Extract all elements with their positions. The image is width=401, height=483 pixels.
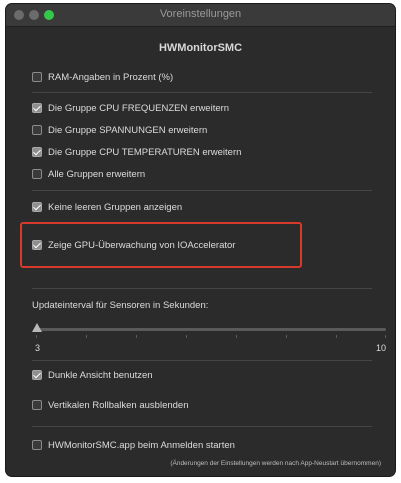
slider-tick [236, 335, 237, 338]
update-interval-slider-knob[interactable] [32, 323, 42, 332]
separator [32, 360, 372, 361]
update-interval-slider-track[interactable] [36, 328, 386, 331]
slider-tick [186, 335, 187, 338]
login-start-option[interactable]: HWMonitorSMC.app beim Anmelden starten [32, 438, 235, 452]
dark-mode-checkbox[interactable] [32, 370, 42, 380]
all-groups-option[interactable]: Alle Gruppen erweitern [32, 167, 145, 181]
app-title: HWMonitorSMC [158, 42, 243, 54]
dark-mode-label: Dunkle Ansicht benutzen [48, 369, 153, 381]
voltages-option[interactable]: Die Gruppe SPANNUNGEN erweitern [32, 123, 207, 137]
ram-percent-checkbox[interactable] [32, 72, 42, 82]
vertical-scrollbar-option[interactable]: Vertikalen Rollbalken ausblenden [32, 398, 189, 412]
slider-tick [136, 335, 137, 338]
cpu-freq-label: Die Gruppe CPU FREQUENZEN erweitern [48, 102, 230, 114]
slider-tick [336, 335, 337, 338]
no-empty-groups-option[interactable]: Keine leeren Gruppen anzeigen [32, 200, 182, 214]
window-title: Voreinstellungen [159, 8, 242, 20]
slider-tick [286, 335, 287, 338]
vertical-scrollbar-label: Vertikalen Rollbalken ausblenden [48, 399, 189, 411]
login-start-label: HWMonitorSMC.app beim Anmelden starten [48, 439, 235, 451]
cpu-temp-label: Die Gruppe CPU TEMPERATUREN erweitern [48, 146, 242, 158]
gpu-ioaccelerator-checkbox[interactable] [32, 240, 42, 250]
slider-min-label: 3 [35, 343, 41, 353]
separator [32, 288, 372, 289]
ram-percent-label: RAM-Angaben in Prozent (%) [48, 71, 174, 83]
dark-mode-option[interactable]: Dunkle Ansicht benutzen [32, 368, 153, 382]
cpu-freq-option[interactable]: Die Gruppe CPU FREQUENZEN erweitern [32, 101, 229, 115]
separator [32, 190, 372, 191]
separator [32, 92, 372, 93]
all-groups-checkbox[interactable] [32, 169, 42, 179]
cpu-freq-checkbox[interactable] [32, 103, 42, 113]
vertical-scrollbar-checkbox[interactable] [32, 400, 42, 410]
gpu-ioaccelerator-option[interactable]: Zeige GPU-Überwachung von IOAccelerator [32, 238, 235, 252]
title-bar[interactable]: Voreinstellungen [6, 4, 395, 27]
separator [32, 426, 372, 427]
cpu-temp-option[interactable]: Die Gruppe CPU TEMPERATUREN erweitern [32, 145, 241, 159]
slider-tick [86, 335, 87, 338]
voltages-checkbox[interactable] [32, 125, 42, 135]
restart-note: (Änderungen der Einstellungen werden nac… [170, 460, 381, 467]
all-groups-label: Alle Gruppen erweitern [48, 168, 146, 180]
preferences-window: Voreinstellungen HWMonitorSMC RAM-Angabe… [6, 4, 395, 476]
slider-max-label: 10 [376, 343, 387, 353]
ram-percent-option[interactable]: RAM-Angaben in Prozent (%) [32, 70, 173, 84]
voltages-label: Die Gruppe SPANNUNGEN erweitern [48, 124, 208, 136]
slider-tick [385, 335, 386, 338]
no-empty-groups-label: Keine leeren Gruppen anzeigen [48, 201, 183, 213]
login-start-checkbox[interactable] [32, 440, 42, 450]
cpu-temp-checkbox[interactable] [32, 147, 42, 157]
gpu-ioaccelerator-label: Zeige GPU-Überwachung von IOAccelerator [48, 239, 236, 251]
no-empty-groups-checkbox[interactable] [32, 202, 42, 212]
slider-tick [36, 335, 37, 338]
update-interval-label: Updateinterval für Sensoren in Sekunden: [32, 300, 209, 311]
